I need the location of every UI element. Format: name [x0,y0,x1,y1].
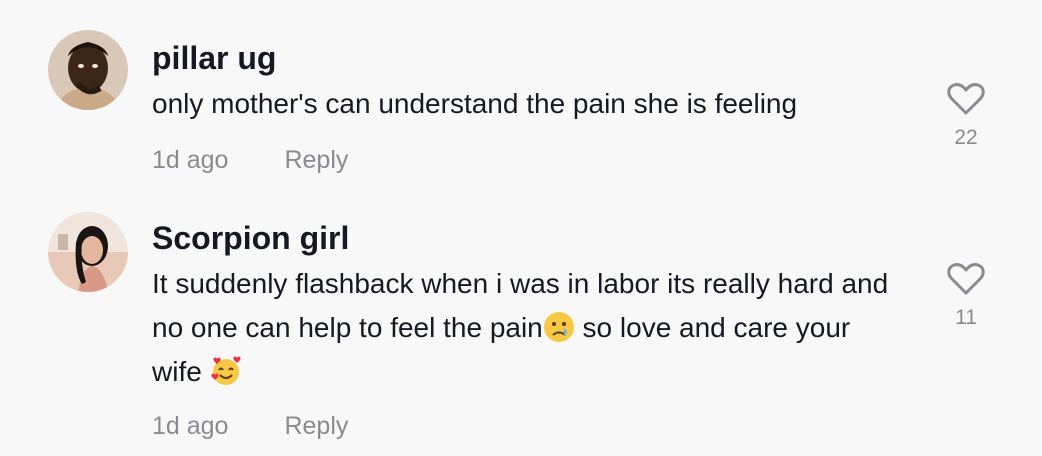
comment-text: It suddenly flashback when i was in labo… [152,262,892,394]
comment-item: pillar ug only mother's can understand t… [0,0,1042,190]
user-avatar-icon [48,212,128,292]
avatar[interactable] [48,212,128,292]
reply-button[interactable]: Reply [284,412,348,440]
comment-meta: 1d ago Reply [152,146,348,175]
like-button[interactable]: 22 [936,82,996,150]
like-count: 11 [955,306,977,329]
heart-icon [947,263,985,295]
comment-meta: 1d ago Reply [152,412,348,441]
comment-timestamp: 1d ago [152,146,229,174]
comment-username[interactable]: pillar ug [152,40,276,77]
reply-button[interactable]: Reply [284,146,348,174]
comment-username[interactable]: Scorpion girl [152,220,349,257]
heart-icon [947,83,985,115]
avatar[interactable] [48,30,128,110]
user-avatar-icon [48,30,128,110]
like-button[interactable]: 11 [936,262,996,330]
smiling-face-with-hearts-emoji-icon [211,356,241,385]
comment-text: only mother's can understand the pain sh… [152,88,798,119]
crying-face-emoji-icon [543,312,574,342]
comment-timestamp: 1d ago [152,412,229,440]
comment-item: Scorpion girl It suddenly flashback when… [0,190,1042,456]
like-count: 22 [954,126,978,149]
